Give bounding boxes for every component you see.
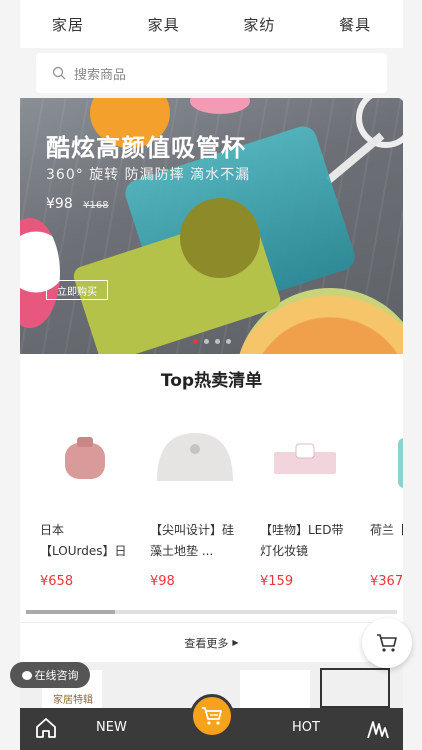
banner-current-price: ¥98 xyxy=(46,196,73,212)
product-price: ¥658 xyxy=(40,574,74,589)
category-tabs: 家居 家具 家纺 餐具 xyxy=(20,0,403,48)
nav-cart-button[interactable] xyxy=(190,694,234,738)
product-name: 【尖叫设计】硅藻土地垫 ... xyxy=(150,523,235,558)
banner-subtitle: 360° 旋转 防漏防摔 滴水不漏 xyxy=(46,167,251,183)
banner-old-price: ¥168 xyxy=(83,200,109,211)
product-image xyxy=(260,414,350,504)
floating-cart-button[interactable] xyxy=(362,618,412,668)
bath-mat-product-icon xyxy=(157,433,233,481)
carousel-dots xyxy=(20,339,403,344)
banner-cup-knob xyxy=(180,198,260,278)
search-placeholder: 搜索商品 xyxy=(74,67,127,83)
search-input[interactable]: 搜索商品 xyxy=(36,53,387,93)
online-consult-button[interactable]: 在线咨询 xyxy=(10,662,90,688)
feature-art-image xyxy=(320,668,390,708)
section-title: Top热卖清单 xyxy=(160,371,263,391)
bottom-nav: NEW HOT xyxy=(20,694,403,750)
product-image xyxy=(40,414,130,504)
product-card[interactable]: 【哇物】LED带灯化妆镜 ¥159 xyxy=(260,414,350,589)
view-more-label: 查看更多 xyxy=(184,636,229,650)
cart-icon xyxy=(202,707,222,725)
led-mirror-product-icon xyxy=(274,443,336,474)
search-icon xyxy=(52,66,66,80)
brand-logo-icon[interactable] xyxy=(365,716,391,742)
scrollbar-thumb[interactable] xyxy=(26,610,116,614)
product-name: 【哇物】LED带灯化妆镜 xyxy=(260,523,344,558)
chat-bubble-icon xyxy=(21,670,32,680)
product-image xyxy=(150,414,240,504)
product-card[interactable]: 日本【LOUrdes】日式按... ¥658 xyxy=(40,414,130,589)
top-sellers-section: Top热卖清单 日本【LOUrdes】日式按... ¥658 xyxy=(20,354,403,622)
bottle-product-icon xyxy=(398,438,403,488)
product-price: ¥367 xyxy=(370,574,403,589)
product-price: ¥159 xyxy=(260,574,294,589)
product-name: 荷兰【design】 xyxy=(370,523,403,537)
carousel-dot[interactable] xyxy=(203,339,209,344)
massager-product-icon xyxy=(65,437,105,479)
nav-new[interactable]: NEW xyxy=(96,720,127,735)
banner-title: 酷炫高颜值吸管杯 xyxy=(46,134,246,162)
product-price: ¥98 xyxy=(150,574,175,589)
feature-label: 家居特辑 xyxy=(50,690,96,707)
product-name: 日本【LOUrdes】日式按... xyxy=(40,523,127,558)
tab-textiles[interactable]: 家纺 xyxy=(243,14,275,35)
tab-home-living[interactable]: 家居 xyxy=(52,14,84,35)
tab-tableware[interactable]: 餐具 xyxy=(339,14,371,35)
carousel-dot[interactable] xyxy=(214,339,220,344)
play-arrow-icon: ▶ xyxy=(232,638,239,647)
home-icon[interactable] xyxy=(34,716,58,740)
product-carousel[interactable]: 日本【LOUrdes】日式按... ¥658 【尖叫设计】硅藻土地垫 ... ¥… xyxy=(40,414,403,589)
nav-hot[interactable]: HOT xyxy=(292,720,320,735)
product-image xyxy=(370,414,403,504)
search-bar: 搜索商品 xyxy=(20,48,403,98)
cart-icon xyxy=(377,634,397,652)
feature-card-image xyxy=(240,670,310,708)
promo-banner[interactable]: 酷炫高颜值吸管杯 360° 旋转 防漏防摔 滴水不漏 ¥98 ¥168 立即购买 xyxy=(20,98,403,354)
online-consult-label: 在线咨询 xyxy=(34,669,79,682)
banner-price: ¥98 ¥168 xyxy=(46,196,109,212)
horizontal-scrollbar[interactable] xyxy=(26,610,397,614)
carousel-dot[interactable] xyxy=(225,339,231,344)
product-card[interactable]: 荷兰【design】 ¥367 xyxy=(370,414,403,589)
view-more-button[interactable]: 查看更多 ▶ xyxy=(20,622,403,662)
banner-buy-button[interactable]: 立即购买 xyxy=(46,280,108,300)
page: 家居 家具 家纺 餐具 搜索商品 酷炫高颜值吸管杯 360° 旋转 防漏防摔 滴… xyxy=(0,0,422,750)
carousel-dot[interactable] xyxy=(192,339,198,344)
product-card[interactable]: 【尖叫设计】硅藻土地垫 ... ¥98 xyxy=(150,414,240,589)
tab-furniture[interactable]: 家具 xyxy=(148,14,180,35)
